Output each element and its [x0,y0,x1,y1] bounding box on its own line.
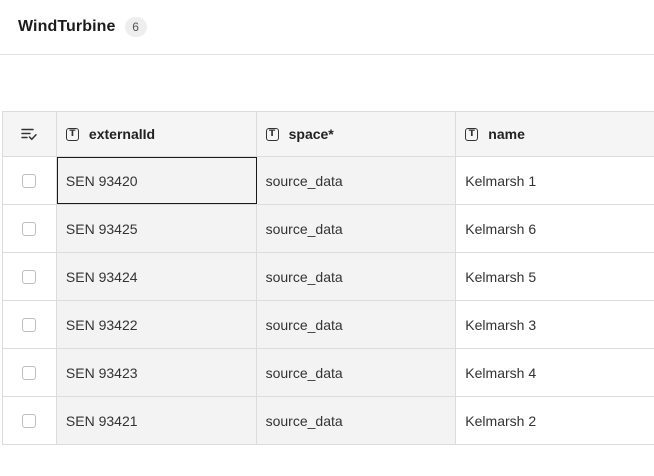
column-header-externalid[interactable]: T externalId [56,112,257,156]
text-type-icon: T [65,127,79,141]
space-cell[interactable]: source_data [256,157,457,204]
space-cell[interactable]: source_data [256,301,457,348]
externalid-cell[interactable]: SEN 93421 [56,397,257,444]
table-row[interactable]: SEN 93421 source_data Kelmarsh 2 [3,397,654,445]
name-cell[interactable]: Kelmarsh 3 [456,301,654,348]
table-row[interactable]: SEN 93425 source_data Kelmarsh 6 [3,205,654,253]
space-cell[interactable]: source_data [256,253,457,300]
externalid-cell[interactable]: SEN 93425 [56,205,257,252]
select-column-header[interactable] [3,112,57,156]
row-select-cell[interactable] [3,157,57,204]
text-type-icon: T [465,127,479,141]
table-header-row: T externalId T space* T name [3,112,654,157]
row-select-cell[interactable] [3,349,57,396]
row-checkbox[interactable] [22,413,37,428]
row-select-cell[interactable] [3,397,57,444]
table-row[interactable]: SEN 93424 source_data Kelmarsh 5 [3,253,654,301]
name-cell[interactable]: Kelmarsh 2 [456,397,654,444]
name-cell[interactable]: Kelmarsh 1 [456,157,654,204]
column-header-label: name [488,126,525,142]
name-cell[interactable]: Kelmarsh 6 [456,205,654,252]
row-select-cell[interactable] [3,205,57,252]
column-header-name[interactable]: T name [456,112,654,156]
row-select-cell[interactable] [3,301,57,348]
page-title: WindTurbine [18,18,116,35]
instance-count-badge: 6 [124,17,147,37]
column-header-space[interactable]: T space* [256,112,457,156]
space-cell[interactable]: source_data [256,397,457,444]
text-type-icon: T [265,127,279,141]
list-check-icon[interactable] [21,127,38,141]
instances-table: T externalId T space* T name SEN 93420 s… [2,111,654,445]
row-checkbox[interactable] [22,365,37,380]
row-checkbox[interactable] [22,221,37,236]
column-header-label: externalId [88,126,156,142]
externalid-cell[interactable]: SEN 93422 [56,301,257,348]
row-checkbox[interactable] [22,317,37,332]
row-select-cell[interactable] [3,253,57,300]
space-cell[interactable]: source_data [256,205,457,252]
space-cell[interactable]: source_data [256,349,457,396]
table-row[interactable]: SEN 93422 source_data Kelmarsh 3 [3,301,654,349]
table-row[interactable]: SEN 93423 source_data Kelmarsh 4 [3,349,654,397]
name-cell[interactable]: Kelmarsh 5 [456,253,654,300]
name-cell[interactable]: Kelmarsh 4 [456,349,654,396]
row-checkbox[interactable] [22,269,37,284]
table-row[interactable]: SEN 93420 source_data Kelmarsh 1 [3,157,654,205]
externalid-cell[interactable]: SEN 93424 [56,253,257,300]
column-header-label: space* [288,126,334,142]
externalid-cell[interactable]: SEN 93420 [56,157,257,204]
externalid-cell[interactable]: SEN 93423 [56,349,257,396]
page: WindTurbine 6 T externalId T space* T na… [0,0,654,476]
row-checkbox[interactable] [22,173,37,188]
page-header: WindTurbine 6 [0,0,654,55]
